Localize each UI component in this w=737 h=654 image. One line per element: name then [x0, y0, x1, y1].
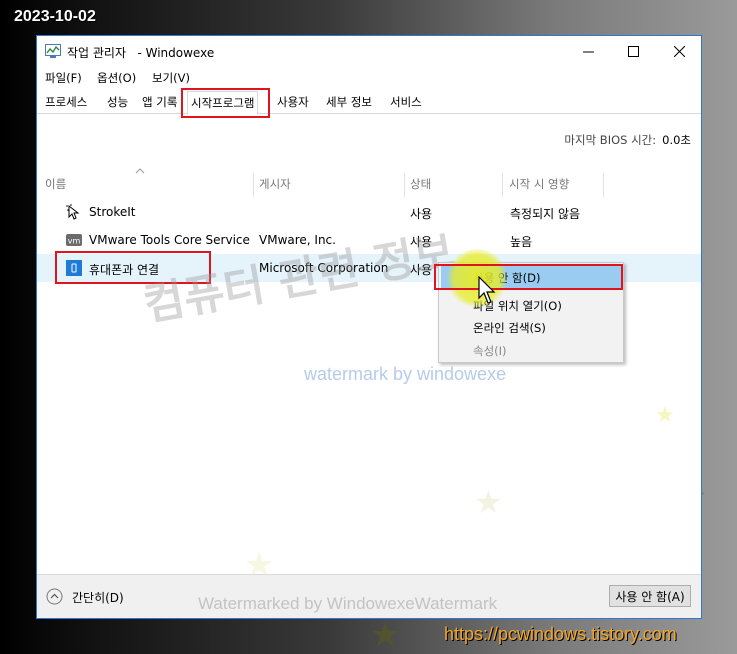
click-indicator	[446, 249, 508, 307]
menu-options[interactable]: 옵션(O)	[97, 70, 136, 86]
date-stamp: 2023-10-02	[14, 8, 96, 25]
context-menu-properties: 속성(I)	[473, 344, 507, 358]
column-header-status[interactable]: 상태	[410, 176, 431, 198]
bios-time-value: 0.0초	[662, 133, 691, 147]
tab-details[interactable]: 세부 정보	[326, 94, 372, 110]
chevron-up-circle-icon[interactable]	[46, 588, 63, 605]
svg-text:vm: vm	[68, 237, 81, 246]
menu-file[interactable]: 파일(F)	[45, 70, 82, 86]
startup-app-name: StrokeIt	[89, 205, 136, 219]
fewer-details-link[interactable]: 간단히(D)	[72, 589, 124, 606]
decorative-star: ★	[655, 403, 675, 428]
column-divider[interactable]	[502, 173, 503, 197]
startup-app-impact: 높음	[510, 235, 533, 249]
tab-services[interactable]: 서비스	[390, 94, 422, 110]
phone-link-icon	[66, 260, 82, 276]
startup-app-impact: 측정되지 않음	[510, 207, 581, 221]
mouse-cursor-icon	[478, 276, 496, 304]
tab-performance[interactable]: 성능	[107, 94, 128, 110]
column-divider[interactable]	[253, 173, 254, 197]
context-menu-search-online[interactable]: 온라인 검색(S)	[473, 320, 546, 336]
close-button[interactable]	[656, 36, 702, 67]
maximize-button[interactable]	[610, 36, 656, 67]
column-header-startup-impact[interactable]: 시작 시 영향	[509, 176, 569, 198]
decorative-star: ★	[244, 545, 275, 585]
minimize-button[interactable]	[565, 36, 611, 67]
close-icon	[673, 46, 685, 57]
sort-ascending-icon	[135, 168, 145, 174]
window-title: 작업 관리자 - Windowexe	[67, 46, 215, 60]
bios-time-label: 마지막 BIOS 시간:	[564, 133, 657, 147]
decorative-star: ★	[370, 615, 401, 654]
tab-bar: 프로세스 성능 앱 기록 시작프로그램 사용자 세부 정보 서비스	[37, 90, 701, 115]
table-row[interactable]: StrokeIt 사용 측정되지 않음	[37, 198, 701, 226]
tab-processes[interactable]: 프로세스	[45, 94, 87, 110]
decorative-star: ★	[474, 483, 503, 521]
vmware-icon: vm	[66, 234, 82, 246]
maximize-icon	[627, 46, 639, 57]
startup-app-name: VMware Tools Core Service	[89, 233, 250, 247]
column-divider[interactable]	[603, 173, 604, 197]
watermark-text: Watermarked by WindowexeWatermark	[198, 594, 498, 613]
source-url: https://pcwindows.tistory.com	[444, 624, 677, 644]
tab-startup[interactable]: 시작프로그램	[187, 91, 259, 115]
tab-users[interactable]: 사용자	[277, 94, 309, 110]
menu-bar: 파일(F) 옵션(O) 보기(V)	[37, 68, 701, 88]
column-header-publisher[interactable]: 게시자	[259, 176, 291, 198]
minimize-icon	[582, 51, 594, 53]
menu-view[interactable]: 보기(V)	[152, 70, 190, 86]
bios-time: 마지막 BIOS 시간: 0.0초	[564, 132, 691, 148]
tab-app-history[interactable]: 앱 기록	[142, 94, 177, 110]
column-header-name[interactable]: 이름	[45, 176, 66, 198]
strokeit-icon	[66, 204, 80, 220]
column-divider[interactable]	[404, 173, 405, 197]
disable-button[interactable]: 사용 안 함(A)	[609, 585, 691, 607]
title-bar[interactable]: 작업 관리자 - Windowexe	[37, 36, 701, 67]
watermark-text: watermark by windowexe	[304, 364, 507, 384]
task-manager-app-icon	[45, 44, 61, 58]
